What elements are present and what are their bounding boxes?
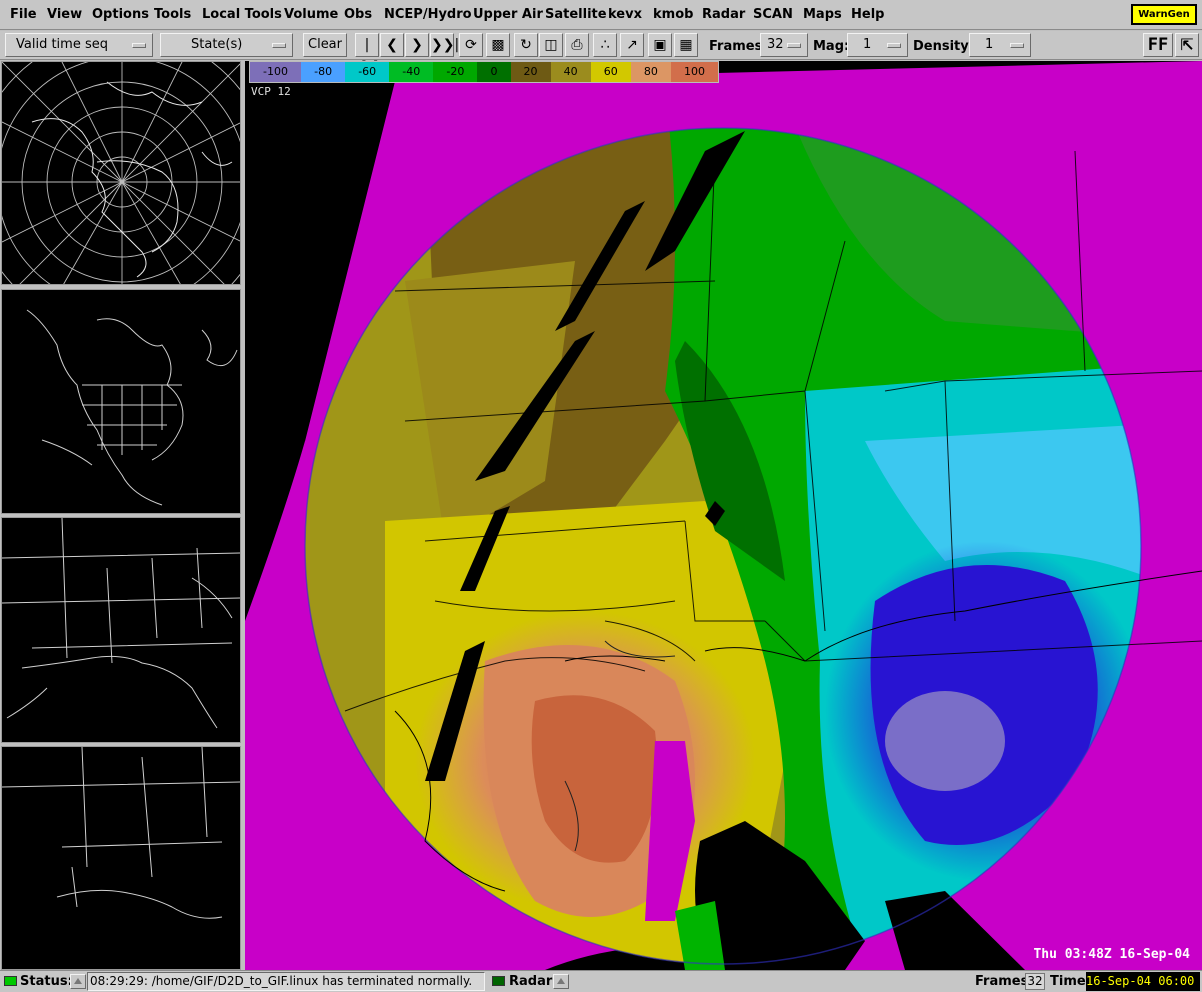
density-value: 1 bbox=[985, 37, 994, 52]
print-icon[interactable]: ⎙ bbox=[565, 33, 589, 57]
dropdown-indicator-icon bbox=[272, 43, 286, 48]
menu-satellite[interactable]: Satellite bbox=[545, 7, 607, 22]
scale-segment: 100 bbox=[670, 62, 719, 82]
thumbnail-pane-hemispheric[interactable] bbox=[1, 61, 241, 285]
menu-view[interactable]: View bbox=[47, 7, 82, 22]
frames-value: 32 bbox=[767, 37, 784, 52]
menu-kmob[interactable]: kmob bbox=[653, 7, 693, 22]
density-points-icon[interactable]: ∴ bbox=[593, 33, 617, 57]
ff-button[interactable]: FF bbox=[1143, 33, 1173, 57]
warngen-button[interactable]: WarnGen bbox=[1131, 4, 1197, 25]
thumbnail-pane-north-america[interactable] bbox=[1, 289, 241, 514]
image-properties-icon[interactable]: ▩ bbox=[486, 33, 510, 57]
valid-time-seq-label: Valid time seq bbox=[16, 37, 108, 52]
main-radar-display[interactable]: -100 -80 -60 -40 -20 0 20 40 60 80 100 V… bbox=[245, 61, 1202, 970]
states-dropdown[interactable]: State(s) bbox=[160, 33, 293, 57]
single-pane-icon[interactable]: ▣ bbox=[648, 33, 672, 57]
status-label: Status: bbox=[20, 974, 73, 989]
swap-panes-icon[interactable]: ◫ bbox=[539, 33, 563, 57]
north-america-map-graphic bbox=[26, 309, 238, 506]
dropdown-indicator-icon bbox=[132, 43, 146, 48]
state-map-graphic bbox=[2, 747, 240, 919]
menu-file[interactable]: File bbox=[10, 7, 37, 22]
status-expand-icon[interactable] bbox=[70, 974, 86, 989]
four-pane-icon[interactable]: ▦ bbox=[674, 33, 698, 57]
loop-icon[interactable]: ⟳ bbox=[459, 33, 483, 57]
menu-bar: File View Options Tools Local Tools Volu… bbox=[0, 0, 1202, 30]
last-frame-icon[interactable]: ❯❯| bbox=[430, 33, 459, 57]
menu-obs[interactable]: Obs bbox=[344, 7, 372, 22]
radar-indicator-led bbox=[492, 976, 505, 986]
status-bar: Status: 08:29:29: /home/GIF/D2D_to_GIF.l… bbox=[0, 970, 1202, 992]
menu-scan[interactable]: SCAN bbox=[753, 7, 793, 22]
scale-segment: 20 bbox=[510, 62, 551, 82]
radar-expand-icon[interactable] bbox=[553, 974, 569, 989]
menu-help[interactable]: Help bbox=[851, 7, 884, 22]
thumbnail-pane-southeast-us[interactable] bbox=[1, 517, 241, 743]
menu-tools[interactable]: Tools bbox=[154, 7, 191, 22]
radar-velocity-image bbox=[245, 61, 1202, 970]
frames-dropdown[interactable]: 32 bbox=[760, 33, 808, 57]
mag-label: Mag: bbox=[813, 39, 850, 54]
menu-upper-air[interactable]: Upper Air bbox=[473, 7, 543, 22]
frames-label: Frames: bbox=[709, 39, 768, 54]
sample-cursor-icon[interactable]: ↗ bbox=[620, 33, 644, 57]
mag-value: 1 bbox=[863, 37, 872, 52]
scale-segment: -60 bbox=[345, 62, 390, 82]
southeast-map-graphic bbox=[2, 518, 240, 729]
menu-kevx[interactable]: kevx bbox=[608, 7, 642, 22]
status-time-label: Time: bbox=[1050, 974, 1091, 989]
scale-segment: 80 bbox=[630, 62, 671, 82]
density-label: Density: bbox=[913, 39, 974, 54]
thumbnail-pane-alabama-mississippi[interactable] bbox=[1, 746, 241, 970]
menu-local-tools[interactable]: Local Tools bbox=[202, 7, 282, 22]
first-frame-icon[interactable]: |❮❮ bbox=[355, 33, 379, 75]
cave-d2d-window: File View Options Tools Local Tools Volu… bbox=[0, 0, 1202, 992]
states-label: State(s) bbox=[191, 37, 243, 52]
valid-time-seq-dropdown[interactable]: Valid time seq bbox=[5, 33, 153, 57]
status-time-value: 16-Sep-04 06:00 Z bbox=[1086, 972, 1202, 991]
scale-segment: -100 bbox=[250, 62, 302, 82]
pan-corner-icon[interactable]: ⇱ bbox=[1175, 33, 1199, 57]
density-dropdown[interactable]: 1 bbox=[969, 33, 1031, 57]
scale-segment: 40 bbox=[550, 62, 591, 82]
dropdown-indicator-icon bbox=[887, 43, 901, 48]
polar-map-graphic bbox=[2, 62, 240, 284]
menu-maps[interactable]: Maps bbox=[803, 7, 842, 22]
status-message: 08:29:29: /home/GIF/D2D_to_GIF.linux has… bbox=[87, 972, 485, 991]
scale-segment: 0 bbox=[477, 62, 511, 82]
next-frame-icon[interactable]: ❯ bbox=[405, 33, 429, 57]
scale-segment: -20 bbox=[433, 62, 478, 82]
menu-options[interactable]: Options bbox=[92, 7, 149, 22]
prev-frame-icon[interactable]: ❮ bbox=[380, 33, 404, 57]
velocity-color-scale: -100 -80 -60 -40 -20 0 20 40 60 80 100 bbox=[249, 61, 719, 83]
clear-button[interactable]: Clear bbox=[303, 33, 347, 57]
radar-label: Radar: bbox=[509, 974, 558, 989]
menu-radar[interactable]: Radar bbox=[702, 7, 745, 22]
refresh-icon[interactable]: ↻ bbox=[514, 33, 538, 57]
dropdown-indicator-icon bbox=[1010, 43, 1024, 48]
status-indicator-led bbox=[4, 976, 17, 986]
scale-segment: 60 bbox=[590, 62, 631, 82]
vcp-label: VCP 12 bbox=[251, 85, 291, 98]
dropdown-indicator-icon bbox=[787, 43, 801, 48]
scale-segment: -80 bbox=[301, 62, 346, 82]
menu-ncep-hydro[interactable]: NCEP/Hydro bbox=[384, 7, 472, 22]
menu-volume[interactable]: Volume bbox=[284, 7, 338, 22]
mag-dropdown[interactable]: 1 bbox=[847, 33, 908, 57]
status-frames-value: 32 bbox=[1025, 973, 1045, 990]
toolbar: Valid time seq State(s) Clear |❮❮ ❮ ❯ ❯❯… bbox=[0, 31, 1202, 75]
frame-timestamp: Thu 03:48Z 16-Sep-04 bbox=[1033, 947, 1190, 962]
scale-segment: -40 bbox=[389, 62, 434, 82]
